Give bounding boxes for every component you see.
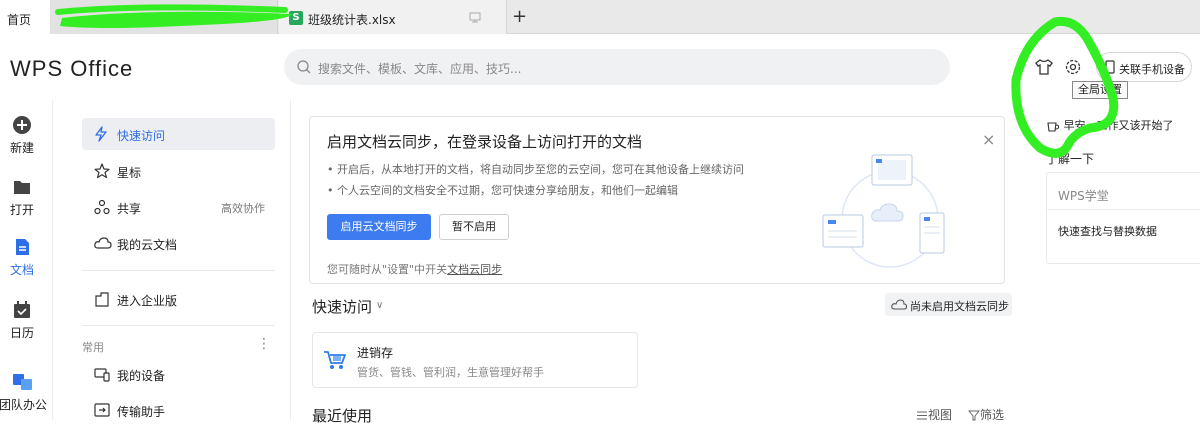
rail-calendar[interactable]: 日历	[0, 300, 44, 341]
tab-class-statistics-xlsx[interactable]: S 班级统计表.xlsx	[279, 0, 507, 34]
gear-icon[interactable]	[1064, 58, 1082, 76]
list-view-icon	[917, 411, 927, 420]
app-card-description: 管货、管钱、管利润，生意管理好帮手	[357, 366, 544, 379]
nav-cloud-docs[interactable]: 我的云文档	[82, 227, 275, 259]
search-input[interactable]: 搜索文件、模板、文库、应用、技巧...	[284, 49, 950, 85]
nav-transfer-label: 传输助手	[117, 405, 166, 419]
transfer-icon	[94, 403, 110, 417]
close-icon[interactable]: ×	[982, 132, 995, 148]
nav-my-devices[interactable]: 我的设备	[82, 358, 275, 390]
cloud-icon	[891, 299, 907, 310]
shopping-cart-icon	[324, 351, 346, 369]
chevron-down-icon[interactable]: ∨	[376, 300, 383, 311]
tab-redacted-document[interactable]	[50, 0, 278, 34]
nav-divider	[82, 325, 275, 326]
cloud-sync-status-button[interactable]: 尚未启用文档云同步	[885, 293, 1012, 316]
rail-team-office[interactable]: 团队办公	[0, 372, 48, 413]
folder-icon	[14, 181, 30, 194]
rail-calendar-label: 日历	[9, 326, 34, 340]
device-icon	[94, 368, 110, 382]
nav-transfer[interactable]: 传输助手	[82, 394, 275, 426]
more-options-icon[interactable]: ⋮	[257, 336, 271, 352]
invoicing-app-card[interactable]: 进销存 管货、管钱、管利润，生意管理好帮手	[312, 332, 638, 388]
nav-shared-extra: 高效协作	[221, 202, 265, 215]
bind-phone-label: 关联手机设备	[1119, 63, 1185, 76]
sync-note-text: 您可随时从"设置"中开关	[327, 263, 448, 276]
column-divider	[290, 100, 291, 420]
sync-card-title: 启用文档云同步，在登录设备上访问打开的文档	[327, 133, 643, 151]
nav-enterprise-label: 进入企业版	[117, 294, 178, 308]
tab-home[interactable]: 首页	[0, 0, 50, 34]
recent-heading: 最近使用	[312, 407, 373, 425]
cloud-sync-card: 启用文档云同步，在登录设备上访问打开的文档 • 开启后，从本地打开的文档，将自动…	[309, 116, 1005, 284]
rail-open-label: 打开	[9, 203, 34, 217]
wps-school-card: WPS学堂 快速查找与替换数据	[1046, 172, 1200, 264]
rail-open[interactable]: 打开	[0, 177, 44, 218]
section-common-heading: 常用	[82, 341, 104, 354]
phone-icon	[1105, 60, 1115, 74]
sync-card-bullet: • 开启后，从本地打开的文档，将自动同步至您的云空间，您可在其他设备上继续访问	[327, 163, 744, 176]
rail-new-label: 新建	[9, 141, 34, 155]
star-icon	[94, 163, 110, 179]
calendar-icon	[14, 301, 30, 318]
lightning-icon	[95, 126, 107, 142]
learn-more-link[interactable]: 了解一下	[1046, 150, 1094, 167]
rail-documents[interactable]: 文档	[0, 237, 44, 278]
bind-phone-button[interactable]: 关联手机设备	[1096, 52, 1192, 82]
tab-bar: 首页 S 班级统计表.xlsx +	[0, 0, 1200, 34]
search-icon	[297, 60, 311, 74]
cloud-icon	[94, 237, 112, 249]
wps-school-divider	[1047, 209, 1200, 210]
sync-card-bullet: • 个人云空间的文档安全不过期，您可快速分享给朋友，和他们一起编辑	[327, 184, 678, 197]
spreadsheet-icon: S	[289, 11, 303, 25]
nav-starred[interactable]: 星标	[82, 155, 275, 187]
filter-icon	[968, 410, 980, 421]
tab-home-label: 首页	[7, 13, 32, 27]
team-office-icon	[13, 374, 32, 390]
nav-quick-access[interactable]: 快速访问	[82, 118, 275, 150]
screen-icon	[240, 12, 252, 23]
search-placeholder: 搜索文件、模板、文库、应用、技巧...	[318, 62, 522, 76]
settings-tooltip: 全局设置	[1072, 81, 1128, 99]
cloud-sync-status-label: 尚未启用文档云同步	[910, 300, 1009, 313]
nav-quick-access-label: 快速访问	[117, 129, 166, 143]
nav-starred-label: 星标	[117, 166, 142, 180]
new-tab-button[interactable]: +	[512, 8, 527, 26]
enable-cloud-sync-button[interactable]: 启用云文档同步	[327, 214, 431, 240]
greeting-text: 早安，工作又该开始了	[1046, 117, 1174, 133]
plus-circle-icon	[13, 116, 31, 134]
rail-team-office-label: 团队办公	[0, 398, 47, 412]
wps-school-title: WPS学堂	[1058, 189, 1109, 203]
cloud-sync-illustration	[822, 154, 945, 268]
screen-icon	[469, 12, 481, 23]
nav-enterprise[interactable]: 进入企业版	[82, 283, 275, 315]
building-icon	[95, 292, 109, 307]
wps-school-link[interactable]: 快速查找与替换数据	[1058, 223, 1157, 239]
quick-access-heading[interactable]: 快速访问	[312, 296, 372, 317]
coffee-cup-icon	[1047, 122, 1060, 132]
filter-button[interactable]: 筛选	[968, 406, 1004, 423]
rail-new[interactable]: 新建	[0, 115, 44, 156]
nav-divider	[82, 270, 275, 271]
nav-my-devices-label: 我的设备	[117, 369, 166, 383]
app-card-title: 进销存	[357, 346, 394, 360]
nav-shared[interactable]: 共享 高效协作	[82, 191, 275, 223]
skin-shirt-icon[interactable]	[1035, 58, 1053, 76]
view-toggle[interactable]: 视图	[916, 406, 952, 423]
sync-card-note: 您可随时从"设置"中开关文档云同步	[327, 261, 502, 277]
rail-divider	[52, 100, 53, 420]
share-icon	[94, 199, 110, 215]
rail-documents-label: 文档	[9, 263, 34, 277]
sync-settings-link[interactable]: 文档云同步	[447, 263, 502, 276]
tab-xlsx-label: 班级统计表.xlsx	[308, 13, 396, 27]
greeting-label: 早安，工作又该开始了	[1063, 119, 1174, 132]
document-icon	[16, 239, 29, 255]
nav-shared-label: 共享	[117, 202, 142, 216]
nav-cloud-docs-label: 我的云文档	[117, 238, 178, 252]
not-now-button[interactable]: 暂不启用	[439, 214, 509, 240]
wps-logo: WPS Office	[10, 56, 134, 81]
